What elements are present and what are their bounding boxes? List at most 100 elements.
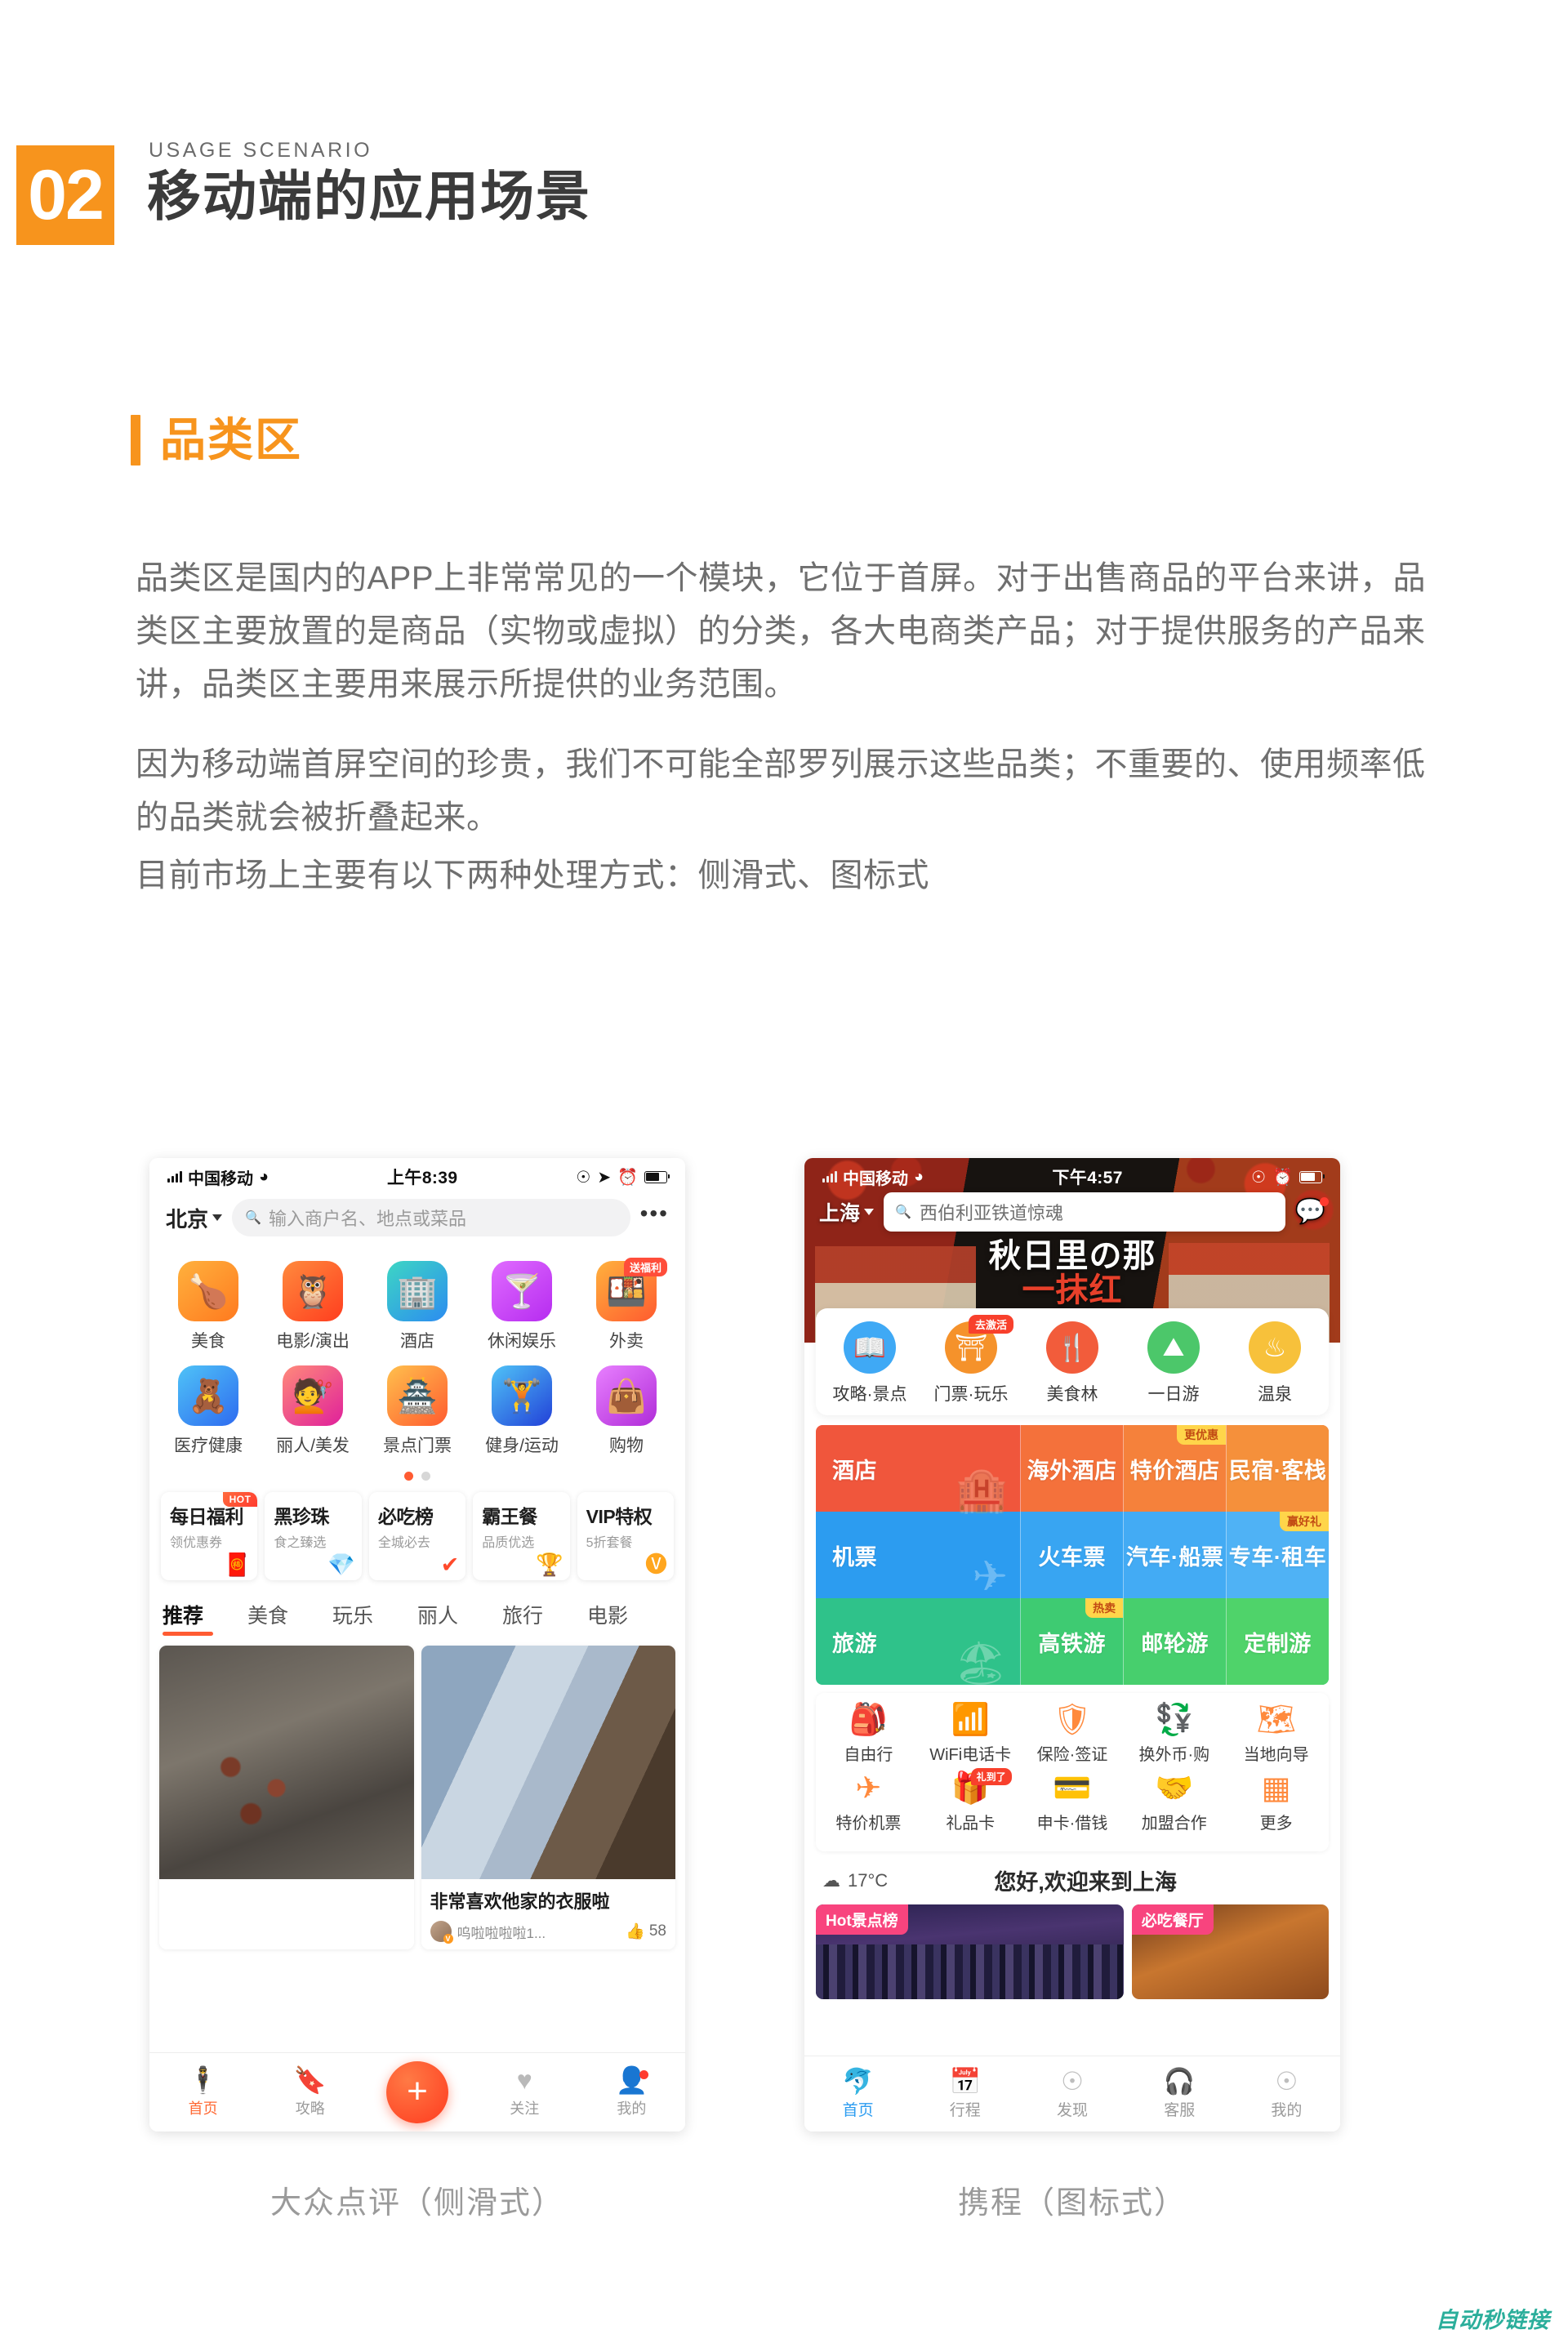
promo-card[interactable]: HOT 每日福利 领优惠券 🧧 (161, 1492, 258, 1580)
grid-cell-train[interactable]: 火车票 (1021, 1512, 1125, 1598)
quick-entry[interactable]: ⛰ 一日游 (1123, 1321, 1224, 1405)
category-item[interactable]: 🏢 酒店 (365, 1261, 470, 1365)
category-item[interactable]: 👜 购物 (574, 1365, 679, 1470)
promo-subtitle: 品质优选 (482, 1536, 535, 1550)
service-item[interactable]: 🗺 当地向导 (1225, 1704, 1327, 1773)
category-item[interactable]: 🍗 美食 (156, 1261, 261, 1365)
recommend-card-restaurants[interactable]: 必吃餐厅 (1131, 1904, 1329, 1999)
feed-user[interactable]: 呜啦啦啦啦1... (430, 1921, 546, 1944)
nav-profile[interactable]: ☉ 我的 (1233, 2069, 1340, 2120)
category-pager[interactable] (156, 1470, 679, 1492)
category-label: 丽人/美发 (276, 1437, 350, 1455)
section-header-text: USAGE SCENARIO 移动端的应用场景 (147, 139, 591, 225)
promo-card[interactable]: 必吃榜 全城必去 ✔ (368, 1492, 466, 1580)
quick-entry[interactable]: ♨ 温泉 (1224, 1321, 1325, 1405)
tab-travel[interactable]: 旅行 (502, 1597, 587, 1637)
feed-likes[interactable]: 👍 58 (626, 1922, 666, 1941)
category-item[interactable]: 🧸 医疗健康 (156, 1365, 261, 1470)
tab-recommend[interactable]: 推荐 (163, 1597, 247, 1637)
ctrip-bottom-nav: 🐬 首页 📅 行程 ☉ 发现 🎧 客服 ☉ 我的 (804, 2056, 1340, 2132)
search-input[interactable]: 🔍 输入商户名、地点或菜品 (232, 1199, 630, 1236)
tab-movie[interactable]: 电影 (587, 1597, 672, 1637)
quick-entry[interactable]: 去激活 ⛩ 门票·玩乐 (920, 1315, 1022, 1405)
tab-fun[interactable]: 玩乐 (332, 1597, 417, 1637)
quick-entry[interactable]: 🍴 美食林 (1022, 1321, 1123, 1405)
nav-home[interactable]: 🕴 首页 (149, 2067, 256, 2118)
service-item[interactable]: 🛡 保险·签证 (1022, 1704, 1124, 1773)
ctrip-phone-screen: 秋日里の那 一抹红 提前预定 享立减优惠 中国移动 ◕ 下午4:57 ☉ ⏰ (804, 1158, 1340, 2132)
service-item[interactable]: 礼到了 🎁 礼品卡 (920, 1768, 1022, 1842)
recommend-card-attractions[interactable]: Hot景点榜 (816, 1904, 1124, 1999)
category-item[interactable]: 🦉 电影/演出 (261, 1261, 365, 1365)
nav-label: 首页 (842, 2101, 874, 2119)
hotel-building-icon: 🏨 (955, 1467, 1009, 1514)
add-post-fab-icon[interactable]: + (386, 2061, 448, 2123)
pager-dot[interactable] (421, 1472, 430, 1481)
feed-card[interactable]: 非常喜欢他家的衣服啦 呜啦啦啦啦1... 👍 58 (421, 1646, 675, 1949)
nav-support[interactable]: 🎧 客服 (1126, 2069, 1233, 2120)
city-selector[interactable]: 北京 (166, 1203, 223, 1233)
tab-food[interactable]: 美食 (247, 1597, 332, 1637)
grid-cell-tour[interactable]: 旅游 🏖 (816, 1598, 1022, 1685)
promo-card[interactable]: VIP特权 5折套餐 🅥 (577, 1492, 675, 1580)
nav-follow[interactable]: ♥ 关注 (471, 2067, 578, 2118)
nav-guide[interactable]: 🔖 攻略 (256, 2067, 363, 2118)
page-title: 移动端的应用场景 (147, 166, 591, 226)
service-item[interactable]: 💳 申卡·借钱 (1022, 1773, 1124, 1842)
category-item[interactable]: 🏋 健身/运动 (470, 1365, 574, 1470)
category-item[interactable]: 🏯 景点门票 (365, 1365, 470, 1470)
grid-cell-homestay[interactable]: 民宿·客栈 (1227, 1425, 1329, 1512)
status-time: 下午4:57 (1052, 1169, 1123, 1187)
promo-card[interactable]: 黑珍珠 食之臻选 💎 (265, 1492, 362, 1580)
section-number-badge: 02 (16, 145, 114, 245)
weather-info[interactable]: ☁ 17°C (822, 1870, 888, 1891)
category-label: 购物 (609, 1437, 644, 1455)
grid-cell-bus-boat[interactable]: 汽车·船票 (1124, 1512, 1227, 1598)
search-input[interactable]: 🔍 西伯利亚铁道惊魂 (884, 1192, 1285, 1232)
nav-trips[interactable]: 📅 行程 (911, 2069, 1018, 2120)
tab-beauty[interactable]: 丽人 (417, 1597, 502, 1637)
category-label: 外卖 (609, 1332, 644, 1351)
category-item[interactable]: 送福利 🍱 外卖 (574, 1258, 679, 1365)
message-button[interactable]: 💬 (1295, 1197, 1329, 1224)
nav-profile[interactable]: 👤 我的 (578, 2067, 685, 2118)
grid-cell-highspeed-tour[interactable]: 热卖 高铁游 (1021, 1598, 1125, 1685)
grid-cell-overseas-hotel[interactable]: 海外酒店 (1021, 1425, 1125, 1512)
notification-dot (639, 2069, 649, 2079)
grid-cell-hotel[interactable]: 酒店 🏨 (816, 1425, 1022, 1514)
quick-entry[interactable]: 📖 攻略·景点 (819, 1321, 920, 1405)
service-item[interactable]: 🤝 加盟合作 (1123, 1773, 1225, 1842)
dumbbell-icon: 🏋 (492, 1365, 552, 1426)
nav-label: 我的 (617, 2100, 647, 2117)
city-selector[interactable]: 上海 (819, 1197, 875, 1227)
service-badge: 礼到了 (970, 1768, 1012, 1785)
grid-cell-custom-tour[interactable]: 定制游 (1227, 1598, 1329, 1685)
service-item[interactable]: ✈ 特价机票 (817, 1773, 920, 1842)
nav-add-post[interactable]: + (363, 2061, 470, 2123)
service-item[interactable]: 📶 WiFi电话卡 (920, 1704, 1022, 1773)
beach-icon: 🏖 (954, 1640, 1009, 1685)
promo-card[interactable]: 霸王餐 品质优选 🏆 (473, 1492, 570, 1580)
grid-cell-car[interactable]: 赢好礼 专车·租车 (1227, 1512, 1329, 1598)
beauty-hair-icon: 💇 (283, 1365, 343, 1426)
avatar (430, 1921, 453, 1944)
service-item[interactable]: 💱 换外币·购 (1123, 1704, 1225, 1773)
grid-cell-discount-hotel[interactable]: 更优惠 特价酒店 (1124, 1425, 1227, 1512)
category-item[interactable]: 💇 丽人/美发 (261, 1365, 365, 1470)
nav-home[interactable]: 🐬 首页 (804, 2069, 911, 2120)
service-item[interactable]: ▦ 更多 (1225, 1773, 1327, 1842)
nav-discover[interactable]: ☉ 发现 (1018, 2069, 1125, 2120)
grid-cell-flight[interactable]: 机票 ✈ (816, 1512, 1022, 1598)
lock-rotation-icon: ☉ (1251, 1168, 1267, 1187)
grid-cell-cruise[interactable]: 邮轮游 (1124, 1598, 1227, 1685)
feed-card[interactable] (159, 1646, 414, 1949)
promo-title: 黑珍珠 (274, 1506, 329, 1527)
headset-support-icon: 🎧 (1163, 2066, 1196, 2096)
service-item[interactable]: 🎒 自由行 (817, 1704, 920, 1773)
category-item[interactable]: 🍸 休闲娱乐 (470, 1261, 574, 1365)
ctrip-home-icon: 🐬 (842, 2066, 874, 2096)
dianping-category-grid: 🍗 美食 🦉 电影/演出 🏢 酒店 🍸 休闲娱乐 送福利 🍱 外卖 🧸 医疗健康… (149, 1246, 685, 1492)
pager-dot-active[interactable] (404, 1472, 413, 1481)
mountain-icon: ⛰ (1147, 1321, 1200, 1374)
more-options-button[interactable]: ••• (640, 1202, 669, 1226)
